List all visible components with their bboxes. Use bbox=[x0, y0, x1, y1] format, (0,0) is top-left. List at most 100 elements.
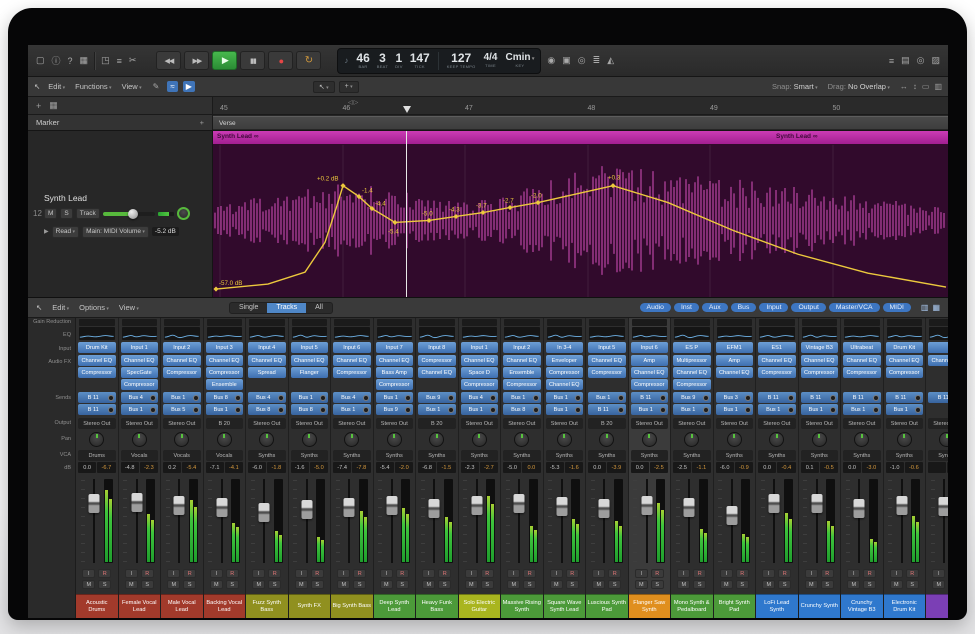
input-slot[interactable]: Input 2 bbox=[163, 342, 201, 353]
output-slot[interactable]: Stereo Out bbox=[758, 418, 796, 429]
pan-knob[interactable] bbox=[599, 432, 614, 447]
fader-cap[interactable] bbox=[301, 500, 312, 519]
output-slot[interactable]: Stereo Out bbox=[673, 418, 711, 429]
input-monitor-button[interactable]: I bbox=[380, 569, 393, 578]
audio-fx-slot[interactable]: Ensemble bbox=[206, 379, 244, 390]
input-slot[interactable]: Input 6 bbox=[333, 342, 371, 353]
audio-fx-slot[interactable]: Amp bbox=[631, 355, 669, 366]
send-level-knob[interactable] bbox=[745, 395, 751, 401]
audio-fx-slot[interactable]: Flanger bbox=[291, 367, 329, 378]
output-slot[interactable]: Stereo Out bbox=[291, 418, 329, 429]
eq-thumbnail[interactable] bbox=[802, 327, 838, 340]
command-click-tool[interactable]: + bbox=[339, 81, 359, 93]
mute-button[interactable]: M bbox=[592, 580, 605, 589]
audio-fx-slot[interactable]: Compressor bbox=[376, 379, 414, 390]
solo-icon[interactable]: ◎ bbox=[578, 55, 586, 66]
send-slot[interactable]: Bus 8 bbox=[503, 404, 541, 415]
pan-knob[interactable] bbox=[472, 432, 487, 447]
send-level-knob[interactable] bbox=[405, 407, 411, 413]
audio-fx-slot[interactable]: Channel EQ bbox=[333, 355, 371, 366]
send-slot[interactable]: Bus 5 bbox=[163, 404, 201, 415]
mute-button[interactable]: M bbox=[82, 580, 95, 589]
record-enable-button[interactable]: R bbox=[353, 569, 366, 578]
send-level-knob[interactable] bbox=[915, 395, 921, 401]
channel-name[interactable]: Electronic Drum Kit bbox=[884, 594, 926, 618]
mute-button[interactable]: M bbox=[635, 580, 648, 589]
send-slot[interactable]: Bus 1 bbox=[461, 404, 499, 415]
mute-button[interactable]: M bbox=[422, 580, 435, 589]
mute-button[interactable]: M bbox=[252, 580, 265, 589]
send-slot[interactable]: B 11 bbox=[886, 392, 924, 403]
output-slot[interactable]: Stereo Out bbox=[121, 418, 159, 429]
audio-fx-slot[interactable]: Amp bbox=[716, 355, 754, 366]
send-level-knob[interactable] bbox=[150, 407, 156, 413]
record-enable-button[interactable]: R bbox=[226, 569, 239, 578]
input-monitor-button[interactable]: I bbox=[847, 569, 860, 578]
audio-fx-slot[interactable]: Channel EQ bbox=[291, 355, 329, 366]
send-slot[interactable]: Bus 1 bbox=[588, 392, 626, 403]
input-monitor-button[interactable]: I bbox=[805, 569, 818, 578]
eq-thumbnail[interactable] bbox=[547, 327, 583, 340]
play-button[interactable]: ▶ bbox=[212, 51, 237, 70]
fader-cap[interactable] bbox=[174, 496, 185, 515]
note-pads-icon[interactable]: ▤ bbox=[901, 55, 910, 66]
pan-knob[interactable] bbox=[514, 432, 529, 447]
fader-cap[interactable] bbox=[939, 497, 948, 516]
playhead[interactable] bbox=[406, 131, 407, 297]
input-monitor-button[interactable]: I bbox=[677, 569, 690, 578]
waveform-zoom-icon[interactable]: ▭ bbox=[922, 82, 930, 91]
fader-cap[interactable] bbox=[514, 494, 525, 513]
fader-track[interactable] bbox=[215, 477, 228, 565]
fader-cap[interactable] bbox=[684, 498, 695, 517]
send-level-knob[interactable] bbox=[618, 395, 624, 401]
send-slot[interactable]: Bus 1 bbox=[333, 404, 371, 415]
fader-track[interactable] bbox=[853, 477, 866, 565]
arrange-area[interactable]: -57.0 dB+0.2 dB-1.4-4.4-5.4-5.0-4.3-3.7-… bbox=[213, 131, 948, 297]
mute-button[interactable]: M bbox=[762, 580, 775, 589]
send-level-knob[interactable] bbox=[193, 407, 199, 413]
channel-name[interactable]: Big Synth Bass bbox=[331, 594, 373, 618]
audio-fx-slot[interactable]: Channel EQ bbox=[376, 355, 414, 366]
vca-slot[interactable]: Synths bbox=[886, 450, 924, 461]
audio-fx-slot[interactable]: Channel EQ bbox=[163, 355, 201, 366]
send-level-knob[interactable] bbox=[575, 407, 581, 413]
fader-cap[interactable] bbox=[599, 499, 610, 518]
rewind-button[interactable]: ◀◀ bbox=[156, 51, 181, 70]
filter-button-master-vca[interactable]: Master/VCA bbox=[829, 303, 880, 312]
pan-knob[interactable] bbox=[217, 432, 232, 447]
channel-name[interactable]: Synth FX bbox=[289, 594, 331, 618]
vca-slot[interactable]: Synths bbox=[801, 450, 839, 461]
input-slot[interactable]: EFM1 bbox=[716, 342, 754, 353]
audio-fx-slot[interactable]: Channel EQ bbox=[248, 355, 286, 366]
monitor-icon[interactable]: ▢ bbox=[36, 55, 45, 66]
mute-button[interactable]: M bbox=[337, 580, 350, 589]
input-slot[interactable] bbox=[928, 342, 948, 353]
pan-knob[interactable] bbox=[259, 432, 274, 447]
record-enable-button[interactable]: R bbox=[608, 569, 621, 578]
vca-slot[interactable]: Synths bbox=[503, 450, 541, 461]
audio-fx-slot[interactable]: Spread bbox=[248, 367, 286, 378]
audio-fx-slot[interactable]: Space D bbox=[461, 367, 499, 378]
output-slot[interactable]: Stereo Out bbox=[843, 418, 881, 429]
time-signature-display[interactable]: 4/4TIME bbox=[484, 53, 498, 69]
fader-cap[interactable] bbox=[429, 499, 440, 518]
audio-fx-slot[interactable]: Compressor bbox=[546, 367, 584, 378]
metronome-icon[interactable]: ◭ bbox=[607, 55, 614, 66]
input-slot[interactable]: Input 7 bbox=[376, 342, 414, 353]
send-slot[interactable]: Bus 1 bbox=[843, 404, 881, 415]
fader-track[interactable] bbox=[555, 477, 568, 565]
fader-track[interactable] bbox=[513, 477, 526, 565]
solo-button[interactable]: S bbox=[438, 580, 451, 589]
audio-fx-slot[interactable]: Compressor bbox=[418, 355, 456, 366]
input-slot[interactable]: Vintage B3 bbox=[801, 342, 839, 353]
solo-button[interactable]: S bbox=[693, 580, 706, 589]
solo-button[interactable]: S bbox=[353, 580, 366, 589]
input-monitor-button[interactable]: I bbox=[762, 569, 775, 578]
audio-fx-slot[interactable]: Compressor bbox=[206, 367, 244, 378]
send-level-knob[interactable] bbox=[618, 407, 624, 413]
send-level-knob[interactable] bbox=[320, 407, 326, 413]
menu-edit[interactable]: Edit bbox=[52, 303, 69, 312]
filter-button-midi[interactable]: MIDI bbox=[883, 303, 911, 312]
track-button[interactable]: Track bbox=[76, 208, 100, 220]
send-slot[interactable]: Bus 1 bbox=[546, 392, 584, 403]
